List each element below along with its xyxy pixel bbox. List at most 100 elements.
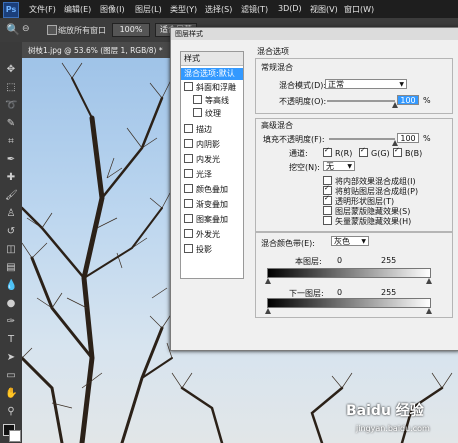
crop-tool-icon[interactable]: ⌗ xyxy=(5,136,17,148)
style-item-stroke[interactable]: 描边 xyxy=(184,124,212,136)
brush-tool-icon[interactable]: 🖌 xyxy=(5,190,18,202)
menu-edit[interactable]: 编辑(E) xyxy=(64,4,91,15)
zoom-percent-field[interactable]: 100% xyxy=(112,23,150,37)
this-layer-black-slider[interactable] xyxy=(265,278,271,284)
style-item-label: 投影 xyxy=(196,245,212,254)
path-select-tool-icon[interactable]: ➤ xyxy=(5,352,17,364)
style-item-drop-shadow[interactable]: 投影 xyxy=(184,244,212,256)
underlying-layer-white-slider[interactable] xyxy=(426,308,432,314)
channel-r-option[interactable]: R(R) xyxy=(323,146,353,158)
vector-mask-hides-checkbox[interactable] xyxy=(323,216,332,225)
style-item-color-overlay[interactable]: 颜色叠加 xyxy=(184,184,228,196)
style-item-pattern-overlay[interactable]: 图案叠加 xyxy=(184,214,228,226)
style-item-inner-shadow[interactable]: 内阴影 xyxy=(184,139,220,151)
stamp-tool-icon[interactable]: ♙ xyxy=(5,208,17,220)
healing-tool-icon[interactable]: ✚ xyxy=(5,172,17,184)
knockout-select[interactable]: 无 ▼ xyxy=(323,161,355,171)
adv-option-label: 将内部效果混合成组(I) xyxy=(335,177,416,186)
fill-opacity-slider-track[interactable] xyxy=(329,138,395,140)
style-checkbox[interactable] xyxy=(193,95,202,104)
blend-options-title: 混合选项 xyxy=(257,47,289,56)
menu-type[interactable]: 类型(Y) xyxy=(170,4,197,15)
style-checkbox[interactable] xyxy=(184,244,193,253)
knockout-value: 无 xyxy=(326,162,334,171)
marquee-tool-icon[interactable]: ⬚ xyxy=(5,82,17,94)
photoshop-logo-icon: Ps xyxy=(3,2,19,18)
channel-g-option[interactable]: G(G) xyxy=(359,146,390,158)
style-item-outer-glow[interactable]: 外发光 xyxy=(184,229,220,241)
style-checkbox[interactable] xyxy=(184,139,193,148)
styles-header[interactable]: 样式 xyxy=(181,52,243,66)
style-item-bevel-emboss[interactable]: 斜面和浮雕 xyxy=(184,82,236,94)
style-item-label: 颜色叠加 xyxy=(196,185,228,194)
shape-tool-icon[interactable]: ▭ xyxy=(5,370,17,382)
hand-tool-icon[interactable]: ✋ xyxy=(5,388,17,400)
adv-option-vector-mask-hides[interactable]: 矢量蒙版隐藏效果(H) xyxy=(323,216,411,227)
blur-tool-icon[interactable]: 💧 xyxy=(5,280,17,292)
opacity-slider-track[interactable] xyxy=(327,100,395,102)
layer-style-dialog: 图层样式 样式 混合选项:默认 斜面和浮雕 等高线 纹理 描边 内阴影 内发光 … xyxy=(170,27,458,351)
eyedropper-tool-icon[interactable]: ✒ xyxy=(5,154,17,166)
eraser-tool-icon[interactable]: ◫ xyxy=(5,244,17,256)
this-layer-label: 本图层: xyxy=(295,257,322,266)
style-item-texture[interactable]: 纹理 xyxy=(193,108,221,120)
channel-b-label: B(B) xyxy=(405,149,423,158)
type-tool-icon[interactable]: T xyxy=(5,334,17,346)
channel-r-checkbox[interactable] xyxy=(323,146,332,157)
style-checkbox[interactable] xyxy=(184,169,193,178)
zoom-all-windows-label: 缩放所有窗口 xyxy=(58,26,106,35)
background-color-swatch[interactable] xyxy=(9,430,21,442)
adv-option-label: 透明形状图层(T) xyxy=(335,197,395,206)
style-checkbox[interactable] xyxy=(193,108,202,117)
gradient-tool-icon[interactable]: ▤ xyxy=(5,262,17,274)
style-checkbox[interactable] xyxy=(184,229,193,238)
document-tab[interactable]: 树枝1.jpg @ 53.6% (图层 1, RGB/8) * xyxy=(22,42,182,58)
style-checkbox[interactable] xyxy=(184,199,193,208)
history-brush-icon[interactable]: ↺ xyxy=(5,226,17,238)
style-item-inner-glow[interactable]: 内发光 xyxy=(184,154,220,166)
opacity-input[interactable]: 100 xyxy=(397,95,419,105)
channel-b-checkbox[interactable] xyxy=(393,146,402,157)
quick-select-tool-icon[interactable]: ✎ xyxy=(5,118,17,130)
menu-3d[interactable]: 3D(D) xyxy=(278,4,302,13)
pen-tool-icon[interactable]: ✑ xyxy=(5,316,17,328)
menu-view[interactable]: 视图(V) xyxy=(310,4,338,15)
zoom-all-windows-checkbox[interactable] xyxy=(47,25,57,35)
opacity-label: 不透明度(O): xyxy=(279,97,327,106)
menu-select[interactable]: 选择(S) xyxy=(205,4,232,15)
channel-b-option[interactable]: B(B) xyxy=(393,146,423,158)
style-checkbox[interactable] xyxy=(184,82,193,91)
style-item-contour[interactable]: 等高线 xyxy=(193,95,229,107)
blend-if-select[interactable]: 灰色 ▼ xyxy=(331,236,369,246)
fill-opacity-input[interactable]: 100 xyxy=(397,133,419,143)
menu-filter[interactable]: 滤镜(T) xyxy=(241,4,268,15)
this-layer-white-slider[interactable] xyxy=(426,278,432,284)
zoom-out-icon[interactable]: ⊖ xyxy=(22,24,30,34)
style-checkbox[interactable] xyxy=(184,154,193,163)
style-item-gradient-overlay[interactable]: 渐变叠加 xyxy=(184,199,228,211)
lasso-tool-icon[interactable]: ➰ xyxy=(5,100,17,112)
transparency-shapes-checkbox[interactable] xyxy=(323,194,332,205)
blend-mode-label: 混合模式(D): xyxy=(279,81,327,90)
menu-image[interactable]: 图像(I) xyxy=(100,4,125,15)
general-blending-title: 常规混合 xyxy=(261,63,293,72)
style-item-label: 内阴影 xyxy=(196,140,220,149)
style-item-satin[interactable]: 光泽 xyxy=(184,169,212,181)
style-item-label: 外发光 xyxy=(196,230,220,239)
underlying-layer-black-slider[interactable] xyxy=(265,308,271,314)
dodge-tool-icon[interactable]: ● xyxy=(5,298,17,310)
zoom-tool-icon[interactable]: ⚲ xyxy=(5,406,17,418)
style-checkbox[interactable] xyxy=(184,184,193,193)
channel-r-label: R(R) xyxy=(335,149,353,158)
menu-layer[interactable]: 图层(L) xyxy=(135,4,162,15)
channel-g-checkbox[interactable] xyxy=(359,146,368,157)
zoom-tool-icon[interactable]: 🔍 xyxy=(6,23,20,36)
blend-mode-select[interactable]: 正常 ▼ xyxy=(325,79,407,89)
style-item-blending-options[interactable]: 混合选项:默认 xyxy=(181,68,243,80)
menu-window[interactable]: 窗口(W) xyxy=(344,4,374,15)
style-checkbox[interactable] xyxy=(184,214,193,223)
style-checkbox[interactable] xyxy=(184,124,193,133)
move-tool-icon[interactable]: ✥ xyxy=(5,64,17,76)
layer-mask-hides-checkbox[interactable] xyxy=(323,206,332,215)
menu-file[interactable]: 文件(F) xyxy=(29,4,56,15)
